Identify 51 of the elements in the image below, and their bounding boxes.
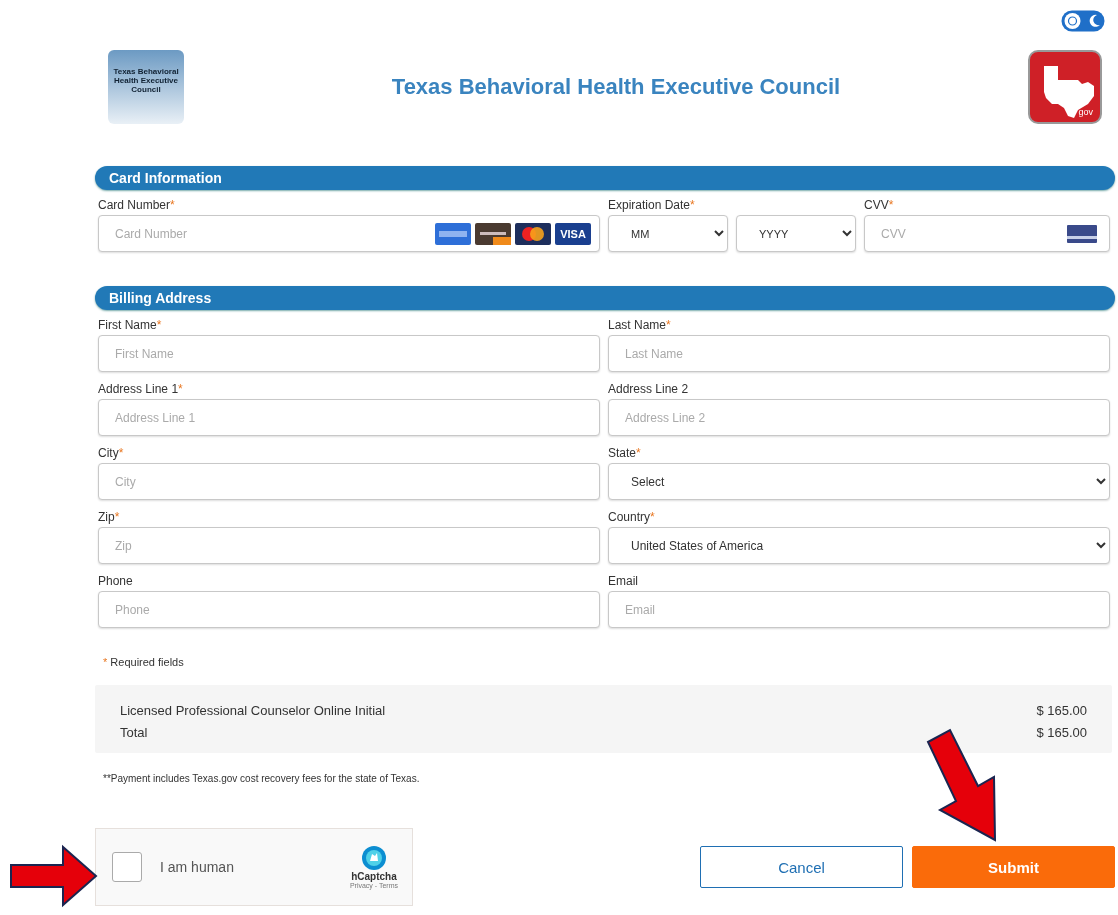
input-field[interactable]: Address Line 2 xyxy=(608,399,1110,436)
field-label: Address Line 2 xyxy=(608,382,690,397)
cancel-button[interactable]: Cancel xyxy=(700,846,903,888)
month-dropdown[interactable]: MM xyxy=(608,215,728,252)
theme-toggle[interactable] xyxy=(1061,10,1105,32)
dropdown[interactable]: Select xyxy=(608,463,1110,500)
field-label: CVV* xyxy=(864,198,895,213)
dropdown[interactable]: United States of America xyxy=(608,527,1110,564)
summary-item: Licensed Professional Counselor Online Initial xyxy=(120,702,386,718)
captcha-brand: hCaptcha xyxy=(351,871,397,882)
card-number-input[interactable]: Card Number xyxy=(99,215,435,252)
section-header: Billing Address xyxy=(95,286,1115,310)
input-field[interactable]: Phone xyxy=(98,591,600,628)
field-label: City* xyxy=(98,446,125,461)
input-field[interactable]: City xyxy=(98,463,600,500)
year-dropdown[interactable]: YYYY xyxy=(736,215,856,252)
summary-amount: $ 165.00 xyxy=(1036,702,1087,718)
field-label: Last Name* xyxy=(608,318,672,333)
field-label: State* xyxy=(608,446,642,461)
captcha-logo-icon xyxy=(360,845,387,871)
card-number-field[interactable]: Card Number VISA xyxy=(98,215,600,252)
captcha-label: I am human xyxy=(160,859,235,875)
input-field[interactable]: Last Name xyxy=(608,335,1110,372)
input-field[interactable]: Zip xyxy=(98,527,600,564)
section-header: Card Information xyxy=(95,166,1115,190)
discover-card-icon xyxy=(475,222,511,245)
captcha-checkbox[interactable] xyxy=(112,852,142,882)
mastercard-icon xyxy=(515,222,551,245)
amex-card-icon xyxy=(435,222,471,245)
field-label: Email xyxy=(608,574,639,589)
required-fields-note: * Required fields xyxy=(103,656,185,668)
field-label: First Name* xyxy=(98,318,163,333)
page-title: Texas Behavioral Health Executive Council xyxy=(390,74,842,100)
input-field[interactable]: Address Line 1 xyxy=(98,399,600,436)
field-label: Expiration Date* xyxy=(608,198,696,213)
input-field[interactable]: First Name xyxy=(98,335,600,372)
visa-card-icon: VISA xyxy=(555,222,591,245)
input-field[interactable]: Email xyxy=(608,591,1110,628)
council-logo: Texas Behavioral Health Executive Council xyxy=(108,50,184,124)
texas-gov-logo: gov xyxy=(1028,50,1102,124)
cvv-field[interactable]: CVV xyxy=(864,215,1110,252)
field-label: Card Number* xyxy=(98,198,176,213)
field-label: Country* xyxy=(608,510,656,525)
cvv-input[interactable]: CVV xyxy=(865,215,1067,252)
field-label: Phone xyxy=(98,574,134,589)
field-label: Address Line 1* xyxy=(98,382,184,397)
fee-note: **Payment includes Texas.gov cost recovery fees for the state of Texas. xyxy=(103,773,421,784)
summary-amount: $ 165.00 xyxy=(1036,724,1087,740)
cvv-card-icon xyxy=(1067,224,1097,243)
summary-item: Total xyxy=(120,724,148,740)
field-label: Zip* xyxy=(98,510,121,525)
